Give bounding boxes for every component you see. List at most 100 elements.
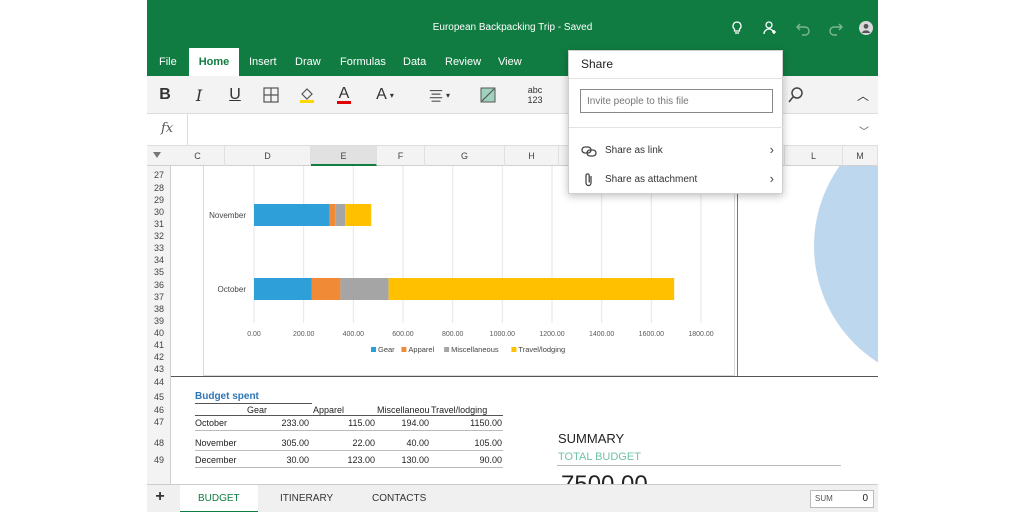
column-f[interactable]: F <box>377 146 425 166</box>
header-apparel[interactable]: Apparel <box>313 405 344 415</box>
row-29[interactable]: 29 <box>147 195 171 205</box>
cell-nov-misc[interactable]: 40.00 <box>377 438 429 448</box>
cell-oct-misc[interactable]: 194.00 <box>377 418 429 428</box>
row-49[interactable]: 49 <box>147 455 171 465</box>
row-39[interactable]: 39 <box>147 316 171 326</box>
row-37[interactable]: 37 <box>147 292 171 302</box>
header-travel[interactable]: Travel/lodging <box>431 405 487 415</box>
collapse-ribbon-icon[interactable]: ︿ <box>853 84 873 106</box>
row-48[interactable]: 48 <box>147 438 171 448</box>
legend-swatch <box>444 347 450 352</box>
redo-icon[interactable] <box>826 18 846 38</box>
summary-heading[interactable]: SUMMARY <box>558 431 624 446</box>
row-34[interactable]: 34 <box>147 255 171 265</box>
column-c[interactable]: C <box>171 146 225 166</box>
cell-dec-apparel[interactable]: 123.00 <box>313 455 375 465</box>
tab-draw[interactable]: Draw <box>287 48 329 76</box>
category-label: October <box>218 285 247 294</box>
cell-oct-gear[interactable]: 233.00 <box>247 418 309 428</box>
row-47[interactable]: 47 <box>147 417 171 427</box>
popover-divider <box>569 78 784 79</box>
add-sheet-button[interactable]: + <box>151 488 169 508</box>
column-e[interactable]: E <box>311 146 377 166</box>
row-label-november[interactable]: November <box>195 438 237 448</box>
function-icon[interactable]: fx <box>161 121 173 136</box>
fill-color-icon[interactable] <box>296 84 318 106</box>
legend-swatch <box>511 347 517 352</box>
select-all-icon[interactable] <box>153 152 161 158</box>
sheet-tab-itinerary[interactable]: ITINERARY <box>262 485 351 512</box>
row-43[interactable]: 43 <box>147 364 171 374</box>
cell-dec-travel[interactable]: 90.00 <box>431 455 502 465</box>
chart-frame[interactable]: 0.00 200.00 400.00 600.00 800.00 1000.00 1200.… <box>203 166 735 376</box>
row-30[interactable]: 30 <box>147 207 171 217</box>
row-label-october[interactable]: October <box>195 418 227 428</box>
tab-data[interactable]: Data <box>395 48 434 76</box>
total-budget-label[interactable]: TOTAL BUDGET <box>558 451 641 463</box>
underline-button[interactable]: U <box>225 84 245 106</box>
tab-view[interactable]: View <box>490 48 530 76</box>
row-33[interactable]: 33 <box>147 243 171 253</box>
row-46[interactable]: 46 <box>147 405 171 415</box>
number-format-button[interactable]: abc 123 <box>523 84 547 106</box>
row-31[interactable]: 31 <box>147 219 171 229</box>
bold-button[interactable]: B <box>155 84 175 106</box>
category-label: November <box>209 211 246 220</box>
cell-oct-apparel[interactable]: 115.00 <box>313 418 375 428</box>
font-color-button[interactable]: A <box>333 84 355 106</box>
share-as-attachment-item[interactable]: Share as attachment › <box>569 167 784 193</box>
chart-bottom-border <box>171 376 878 377</box>
column-h[interactable]: H <box>505 146 559 166</box>
user-avatar-icon[interactable] <box>856 18 876 38</box>
cell-oct-travel[interactable]: 1150.00 <box>431 418 502 428</box>
column-d[interactable]: D <box>225 146 311 166</box>
budget-spent-title[interactable]: Budget spent <box>195 391 259 402</box>
header-gear[interactable]: Gear <box>247 405 267 415</box>
row-44[interactable]: 44 <box>147 377 171 387</box>
borders-icon[interactable] <box>260 84 282 106</box>
tab-review[interactable]: Review <box>437 48 489 76</box>
pie-slice <box>814 166 878 363</box>
row-40[interactable]: 40 <box>147 328 171 338</box>
italic-button[interactable]: I <box>189 84 209 106</box>
share-as-link-item[interactable]: Share as link › <box>569 138 784 164</box>
lightbulb-icon[interactable] <box>727 18 747 38</box>
pie-chart-frame[interactable] <box>737 166 878 376</box>
row-36[interactable]: 36 <box>147 280 171 290</box>
row-42[interactable]: 42 <box>147 352 171 362</box>
font-size-button[interactable]: A ▾ <box>371 84 399 106</box>
row-32[interactable]: 32 <box>147 231 171 241</box>
x-tick-label: 1800.00 <box>688 331 713 338</box>
column-l[interactable]: L <box>785 146 843 166</box>
cell-nov-apparel[interactable]: 22.00 <box>313 438 375 448</box>
cell-nov-gear[interactable]: 305.00 <box>247 438 309 448</box>
cell-dec-misc[interactable]: 130.00 <box>377 455 429 465</box>
row-38[interactable]: 38 <box>147 304 171 314</box>
row-45[interactable]: 45 <box>147 392 171 402</box>
undo-icon[interactable] <box>793 18 813 38</box>
row-35[interactable]: 35 <box>147 267 171 277</box>
header-miscellaneous[interactable]: Miscellaneou <box>377 405 430 415</box>
tab-file[interactable]: File <box>151 48 185 76</box>
tab-formulas[interactable]: Formulas <box>332 48 394 76</box>
paperclip-icon <box>585 173 592 187</box>
cell-nov-travel[interactable]: 105.00 <box>431 438 502 448</box>
row-27[interactable]: 27 <box>147 170 171 180</box>
sum-status-box[interactable]: SUM 0 <box>810 490 874 508</box>
column-m[interactable]: M <box>843 146 878 166</box>
search-icon[interactable] <box>785 84 807 106</box>
align-button[interactable]: ▾ <box>424 84 454 106</box>
sheet-tab-contacts[interactable]: CONTACTS <box>354 485 444 512</box>
expand-formula-icon[interactable]: ﹀ <box>859 123 869 138</box>
row-28[interactable]: 28 <box>147 183 171 193</box>
sheet-tab-budget[interactable]: BUDGET <box>180 485 258 512</box>
row-label-december[interactable]: December <box>195 455 237 465</box>
tab-home[interactable]: Home <box>189 48 239 76</box>
column-g[interactable]: G <box>425 146 505 166</box>
cell-style-icon[interactable] <box>477 84 499 106</box>
invite-people-input[interactable] <box>580 89 773 113</box>
share-person-icon[interactable] <box>760 18 780 38</box>
tab-insert[interactable]: Insert <box>241 48 285 76</box>
row-41[interactable]: 41 <box>147 340 171 350</box>
cell-dec-gear[interactable]: 30.00 <box>247 455 309 465</box>
